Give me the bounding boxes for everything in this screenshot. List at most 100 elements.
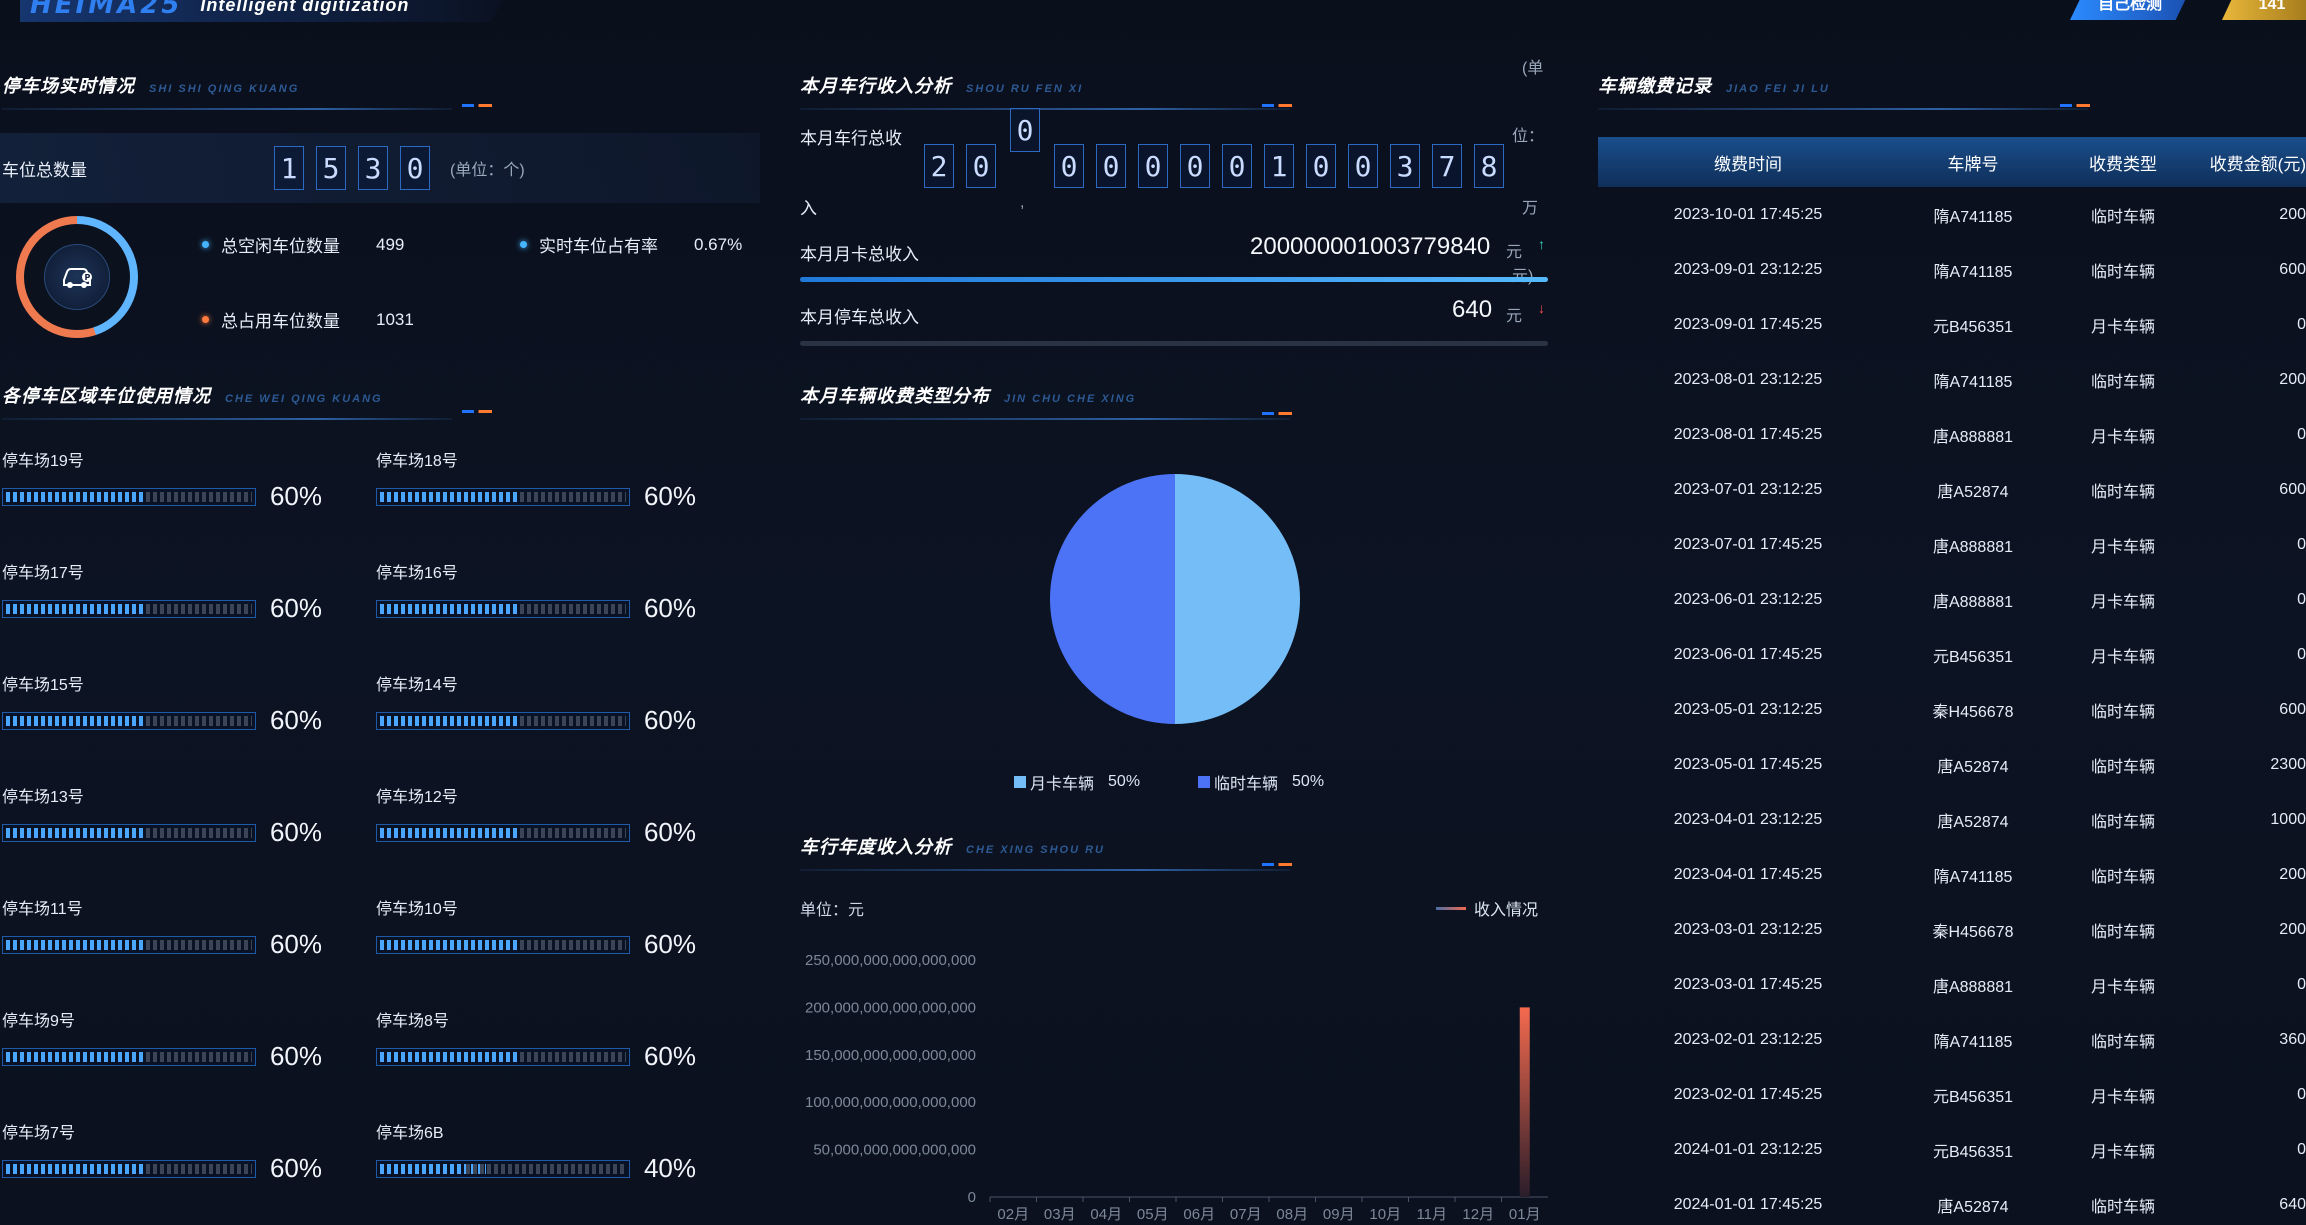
cell-type: 临时车辆 xyxy=(2090,1033,2155,1051)
yearly-legend[interactable]: 收入情况 xyxy=(1436,896,1538,920)
header-amount[interactable]: 收费金额(元) xyxy=(2198,150,2306,175)
parking-lot-usage-bar xyxy=(2,599,256,618)
parking-lot-item: 停车场11号 60% xyxy=(2,895,322,960)
free-spaces-value: 499 xyxy=(376,234,405,254)
section-accent xyxy=(462,104,492,107)
usage-bar-empty xyxy=(145,1051,252,1062)
table-row[interactable]: 2023-04-01 17:45:25 隋A741185 临时车辆 200 xyxy=(1598,847,2306,902)
parking-lot-item: 停车场10号 60% xyxy=(376,895,696,960)
areas-section-header: 各停车区域车位使用情况 CHE WEI QING KUANG xyxy=(2,382,492,420)
table-row[interactable]: 2023-03-01 17:45:25 唐A888881 月卡车辆 0 xyxy=(1598,957,2306,1012)
usage-bar-fill xyxy=(380,939,540,950)
cell-type: 临时车辆 xyxy=(2090,703,2155,721)
cell-type: 临时车辆 xyxy=(2090,758,2155,776)
x-tick-label: 09月 xyxy=(1323,1206,1355,1223)
parking-lot-name: 停车场8号 xyxy=(376,1013,449,1030)
cell-time: 2023-09-01 23:12:25 xyxy=(1673,260,1823,278)
monthly-card-income-unit-b: 元) xyxy=(1512,262,1533,286)
pie-legend-monthly[interactable]: 月卡车辆 50% xyxy=(1014,770,1140,794)
cell-plate: 唐A52874 xyxy=(1937,758,2009,776)
cell-time: 2024-01-01 23:12:25 xyxy=(1673,1140,1823,1158)
income-digit: 7 xyxy=(1432,144,1462,188)
parking-lot-item: 停车场14号 60% xyxy=(376,671,696,736)
cell-type: 月卡车辆 xyxy=(2090,428,2155,446)
usage-bar-fill xyxy=(6,603,166,614)
charge-type-pie xyxy=(1050,474,1300,724)
cell-plate: 隋A741185 xyxy=(1933,373,2013,391)
table-row[interactable]: 2023-05-01 23:12:25 秦H456678 临时车辆 600 xyxy=(1598,682,2306,737)
cell-amount: 1000 xyxy=(2270,810,2306,828)
table-row[interactable]: 2023-07-01 23:12:25 唐A52874 临时车辆 600 xyxy=(1598,462,2306,517)
parking-lot-name: 停车场6B xyxy=(376,1125,444,1142)
table-row[interactable]: 2023-06-01 23:12:25 唐A888881 月卡车辆 0 xyxy=(1598,572,2306,627)
occupied-spaces-stat: 总占用车位数量 1031 xyxy=(202,307,414,332)
free-spaces-stat: 总空闲车位数量 499 xyxy=(202,232,404,257)
usage-bar-empty xyxy=(466,1163,626,1174)
cell-plate: 隋A741185 xyxy=(1933,1033,2013,1051)
cell-type: 临时车辆 xyxy=(2090,923,2155,941)
total-spaces-label: 车位总数量 xyxy=(2,160,87,180)
yearly-legend-label: 收入情况 xyxy=(1474,902,1539,919)
parking-lot-usage-bar xyxy=(2,1047,256,1066)
income-unit-b: 位： xyxy=(1512,128,1545,145)
cell-plate: 元B456351 xyxy=(1932,1143,2014,1161)
cell-type: 月卡车辆 xyxy=(2090,1088,2155,1106)
cell-amount: 600 xyxy=(2279,480,2306,498)
table-row[interactable]: 2023-07-01 17:45:25 唐A888881 月卡车辆 0 xyxy=(1598,517,2306,572)
cell-time: 2023-06-01 23:12:25 xyxy=(1673,590,1823,608)
yearly-unit: 单位：元 xyxy=(800,902,865,919)
header-type[interactable]: 收费类型 xyxy=(2048,150,2198,175)
cell-time: 2023-08-01 23:12:25 xyxy=(1673,370,1823,388)
header-time[interactable]: 缴费时间 xyxy=(1598,150,1898,175)
brand-logo: HEIMA25 xyxy=(30,0,183,20)
table-row[interactable]: 2023-05-01 17:45:25 唐A52874 临时车辆 2300 xyxy=(1598,737,2306,792)
cell-type: 月卡车辆 xyxy=(2090,318,2155,336)
income-digit: 0 xyxy=(966,144,996,188)
table-row[interactable]: 2023-10-01 17:45:25 隋A741185 临时车辆 200 xyxy=(1598,187,2306,242)
cell-amount: 0 xyxy=(2297,315,2306,333)
table-row[interactable]: 2023-09-01 23:12:25 隋A741185 临时车辆 600 xyxy=(1598,242,2306,297)
top-right-button[interactable]: 141 xyxy=(2222,0,2306,20)
table-row[interactable]: 2024-01-01 17:45:25 唐A52874 临时车辆 640 xyxy=(1598,1177,2306,1225)
table-row[interactable]: 2024-01-01 23:12:25 元B456351 月卡车辆 0 xyxy=(1598,1122,2306,1177)
parking-lot-name: 停车场15号 xyxy=(2,677,84,694)
usage-bar-empty xyxy=(519,491,626,502)
table-row[interactable]: 2023-03-01 23:12:25 秦H456678 临时车辆 200 xyxy=(1598,902,2306,957)
cell-plate: 隋A741185 xyxy=(1933,868,2013,886)
y-tick-label: 150,000,000,000,000,000 xyxy=(805,1047,976,1064)
parking-lot-item: 停车场7号 60% xyxy=(2,1119,322,1184)
usage-bar-fill xyxy=(6,827,166,838)
usage-bar-empty xyxy=(145,715,252,726)
parking-lot-item: 停车场16号 60% xyxy=(376,559,696,624)
table-row[interactable]: 2023-02-01 23:12:25 隋A741185 临时车辆 360 xyxy=(1598,1012,2306,1067)
occupancy-rate-stat: 实时车位占有率 0.67% xyxy=(520,232,742,257)
table-row[interactable]: 2023-09-01 17:45:25 元B456351 月卡车辆 0 xyxy=(1598,297,2306,352)
parking-lot-item: 停车场9号 60% xyxy=(2,1007,322,1072)
parking-lot-usage-bar xyxy=(2,1159,256,1178)
table-row[interactable]: 2023-06-01 17:45:25 元B456351 月卡车辆 0 xyxy=(1598,627,2306,682)
table-row[interactable]: 2023-02-01 17:45:25 元B456351 月卡车辆 0 xyxy=(1598,1067,2306,1122)
income-total-label: 本月车行总收 xyxy=(800,129,902,148)
usage-bar-empty xyxy=(145,1163,252,1174)
cell-plate: 元B456351 xyxy=(1932,648,2014,666)
parking-lot-item: 停车场17号 60% xyxy=(2,559,322,624)
x-tick-label: 12月 xyxy=(1462,1206,1494,1223)
table-row[interactable]: 2023-04-01 23:12:25 唐A52874 临时车辆 1000 xyxy=(1598,792,2306,847)
cell-plate: 唐A52874 xyxy=(1937,1198,2009,1216)
cell-type: 临时车辆 xyxy=(2090,813,2155,831)
yearly-income-chart: 0 50,000,000,000,000,000 100,000,000,000,0… xyxy=(805,952,1548,1223)
records-table-body[interactable]: 2023-10-01 17:45:25 隋A741185 临时车辆 200 2023-0… xyxy=(1598,187,2306,1225)
table-row[interactable]: 2023-08-01 23:12:25 隋A741185 临时车辆 200 xyxy=(1598,352,2306,407)
cell-plate: 唐A52874 xyxy=(1937,813,2009,831)
income-digit: 8 xyxy=(1474,144,1504,188)
parking-lot-usage-bar xyxy=(376,487,630,506)
section-accent xyxy=(462,410,492,413)
table-row[interactable]: 2023-08-01 17:45:25 唐A888881 月卡车辆 0 xyxy=(1598,407,2306,462)
pie-legend-temporary[interactable]: 临时车辆 50% xyxy=(1198,770,1324,794)
usage-bar-empty xyxy=(519,939,626,950)
self-check-button[interactable]: 自己检测 xyxy=(2070,0,2190,20)
cell-amount: 600 xyxy=(2279,700,2306,718)
legend-swatch xyxy=(1014,776,1026,788)
pie-legend-temporary-value: 50% xyxy=(1292,773,1325,790)
header-plate[interactable]: 车牌号 xyxy=(1898,150,2048,175)
